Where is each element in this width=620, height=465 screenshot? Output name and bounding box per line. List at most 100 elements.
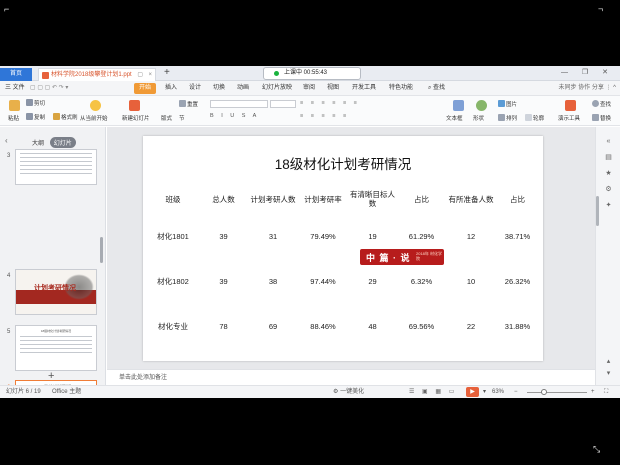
scroll-up-icon[interactable]: ▴ xyxy=(604,357,613,366)
find-label: 查找 xyxy=(600,102,612,108)
arrange-icon xyxy=(498,114,505,121)
menu-search[interactable]: ⌕ 查找 xyxy=(428,81,445,96)
collapse-sidebar-icon[interactable]: « xyxy=(604,137,613,146)
dropdown-icon[interactable]: ▾ xyxy=(483,386,486,398)
new-slide-button[interactable]: 新建幻灯片 xyxy=(122,114,150,122)
menu-design[interactable]: 设计 xyxy=(189,81,201,96)
beautify-label: 一键美化 xyxy=(340,389,365,395)
restore-tab-icon[interactable]: ▢ xyxy=(137,69,143,81)
animation-icon[interactable]: ★ xyxy=(604,169,613,178)
menu-developer[interactable]: 开发工具 xyxy=(352,81,376,96)
slide[interactable]: 18级材化计划考研情况 班级 总人数 计划考研人数 计划考研率 有清晰目标人数 … xyxy=(143,136,543,361)
table-cell: 31 xyxy=(268,232,278,241)
font-size-select[interactable] xyxy=(270,100,296,108)
table-row: 材化1802 39 38 97.44% 29 6.32% 10 26.32% xyxy=(147,259,539,304)
view-mode-buttons[interactable]: ☰ ▣ ▦ ▭ xyxy=(409,386,457,398)
find-icon xyxy=(592,100,599,107)
presenter-tools-icon[interactable] xyxy=(565,100,576,111)
menu-slideshow[interactable]: 幻灯片放映 xyxy=(262,81,292,96)
settings-icon[interactable]: ⚙ xyxy=(604,185,613,194)
cut-button[interactable]: 剪切 xyxy=(26,99,45,107)
thumbnail-scrollbar[interactable] xyxy=(100,237,103,263)
menu-features[interactable]: 特色功能 xyxy=(389,81,413,96)
section-button[interactable]: 节 xyxy=(179,114,185,122)
slide-thumbnail-5[interactable]: 18级材化计划考研情况 xyxy=(15,325,97,371)
menu-animation[interactable]: 动画 xyxy=(237,81,249,96)
menu-start[interactable]: 开始 xyxy=(134,83,157,94)
zoom-level[interactable]: 63% xyxy=(492,386,504,398)
find-button[interactable]: 查找 xyxy=(592,100,611,108)
slide-number: 5 xyxy=(7,329,11,335)
zoom-slider-track[interactable] xyxy=(527,392,587,393)
tab-home[interactable]: 首页 xyxy=(0,68,32,81)
collapse-panel-icon[interactable]: ‹ xyxy=(5,136,8,145)
canvas-vertical-scrollbar[interactable] xyxy=(596,196,599,226)
zoom-in-button[interactable]: + xyxy=(591,386,595,398)
wps-presentation-window: 首页 材料学院2018级攀登计划1.ppt ▢ × + 上课中 00:55:43… xyxy=(0,66,620,398)
search-icon: ⌕ xyxy=(428,85,432,91)
layout-button[interactable]: 版式 xyxy=(161,114,172,122)
font-format-buttons[interactable]: B I U S A xyxy=(210,113,259,119)
table-cell: 6.32% xyxy=(410,277,433,286)
notes-area[interactable]: 单击此处添加备注 xyxy=(107,369,595,385)
slide-title[interactable]: 18级材化计划考研情况 xyxy=(143,153,543,173)
stamp-main-text: 中 篇 · 说 xyxy=(366,253,411,263)
textbox-button[interactable]: 文本框 xyxy=(446,114,463,122)
corner-mark-icon: ¬ xyxy=(598,4,604,14)
replace-button[interactable]: 替换 xyxy=(592,114,611,122)
mini-table-row xyxy=(20,157,92,158)
slide-counter: 幻灯片 6 / 19 xyxy=(6,389,41,395)
magic-icon[interactable]: ✦ xyxy=(604,201,613,210)
format-painter-button[interactable]: 格式刷 xyxy=(53,113,78,121)
copy-label: 复制 xyxy=(34,115,46,121)
menu-file[interactable]: 三 文件 xyxy=(5,81,25,96)
table-header-cell: 占比 xyxy=(510,194,525,204)
beautify-button[interactable]: ⚙ 一键美化 xyxy=(333,386,364,398)
slide-thumbnail-3[interactable] xyxy=(15,149,97,185)
mini-table-row xyxy=(20,340,92,341)
picture-icon xyxy=(498,100,505,107)
textbox-icon[interactable] xyxy=(453,100,464,111)
fit-window-icon[interactable]: ⛶ xyxy=(604,386,608,398)
alignment-buttons[interactable]: ≡ ≡ ≡ ≡ ≡ xyxy=(300,113,349,119)
arrange-button[interactable]: 排列 xyxy=(498,114,517,122)
menu-review[interactable]: 审阅 xyxy=(303,81,315,96)
menu-right-actions[interactable]: 未同步 协作 分享 ⋮ ^ xyxy=(559,81,616,96)
tab-document[interactable]: 材料学院2018级攀登计划1.ppt ▢ × xyxy=(38,68,156,81)
shape-icon[interactable] xyxy=(476,100,487,111)
play-from-current-button[interactable]: 从当前开始 xyxy=(80,114,108,122)
quick-access-icons[interactable]: ▢ ▢ ▢ ↶ ↷ ▾ xyxy=(30,81,68,96)
picture-button[interactable]: 图片 xyxy=(498,100,517,108)
theme-name: Office 主题 xyxy=(52,389,82,395)
window-controls[interactable]: — ❐ ✕ xyxy=(561,68,614,76)
shape-button[interactable]: 形状 xyxy=(473,114,484,122)
live-class-status[interactable]: 上课中 00:55:43 xyxy=(263,67,361,80)
outline-button[interactable]: 轮廓 xyxy=(525,114,544,122)
reset-button[interactable]: 重置 xyxy=(179,100,198,108)
zoom-out-button[interactable]: − xyxy=(514,386,518,398)
properties-icon[interactable]: ▤ xyxy=(604,153,613,162)
copy-button[interactable]: 复制 xyxy=(26,113,45,121)
add-tab-button[interactable]: + xyxy=(164,67,170,78)
menu-transition[interactable]: 切换 xyxy=(213,81,225,96)
table-cell: 29 xyxy=(368,277,377,286)
paste-button[interactable]: 粘贴 xyxy=(8,114,19,122)
menu-insert[interactable]: 插入 xyxy=(165,81,177,96)
slide-thumbnail-4[interactable]: 计划考研情况 xyxy=(15,269,97,315)
close-tab-icon[interactable]: × xyxy=(148,69,152,81)
paste-icon[interactable] xyxy=(9,100,20,111)
data-table[interactable]: 班级 总人数 计划考研人数 计划考研率 有清晰目标人数 占比 有所准备人数 占比… xyxy=(147,184,539,349)
add-slide-button[interactable]: + xyxy=(48,370,54,382)
paragraph-buttons[interactable]: ≡ ≡ ≡ ≡ ≡ ≡ xyxy=(300,100,360,106)
menu-view[interactable]: 视图 xyxy=(327,81,339,96)
font-family-select[interactable] xyxy=(210,100,268,108)
play-slideshow-button[interactable]: ▶ xyxy=(466,387,479,397)
play-from-current-icon[interactable] xyxy=(90,100,101,111)
zoom-slider-handle[interactable] xyxy=(541,389,547,395)
new-slide-icon[interactable] xyxy=(129,100,140,111)
fullscreen-icon[interactable]: ⤡ xyxy=(593,444,600,455)
tab-outline[interactable]: 大纲 xyxy=(28,137,48,148)
presenter-tools-button[interactable]: 演示工具 xyxy=(558,114,580,122)
scroll-down-icon[interactable]: ▾ xyxy=(604,369,613,378)
tab-slides[interactable]: 幻灯片 xyxy=(49,137,76,148)
